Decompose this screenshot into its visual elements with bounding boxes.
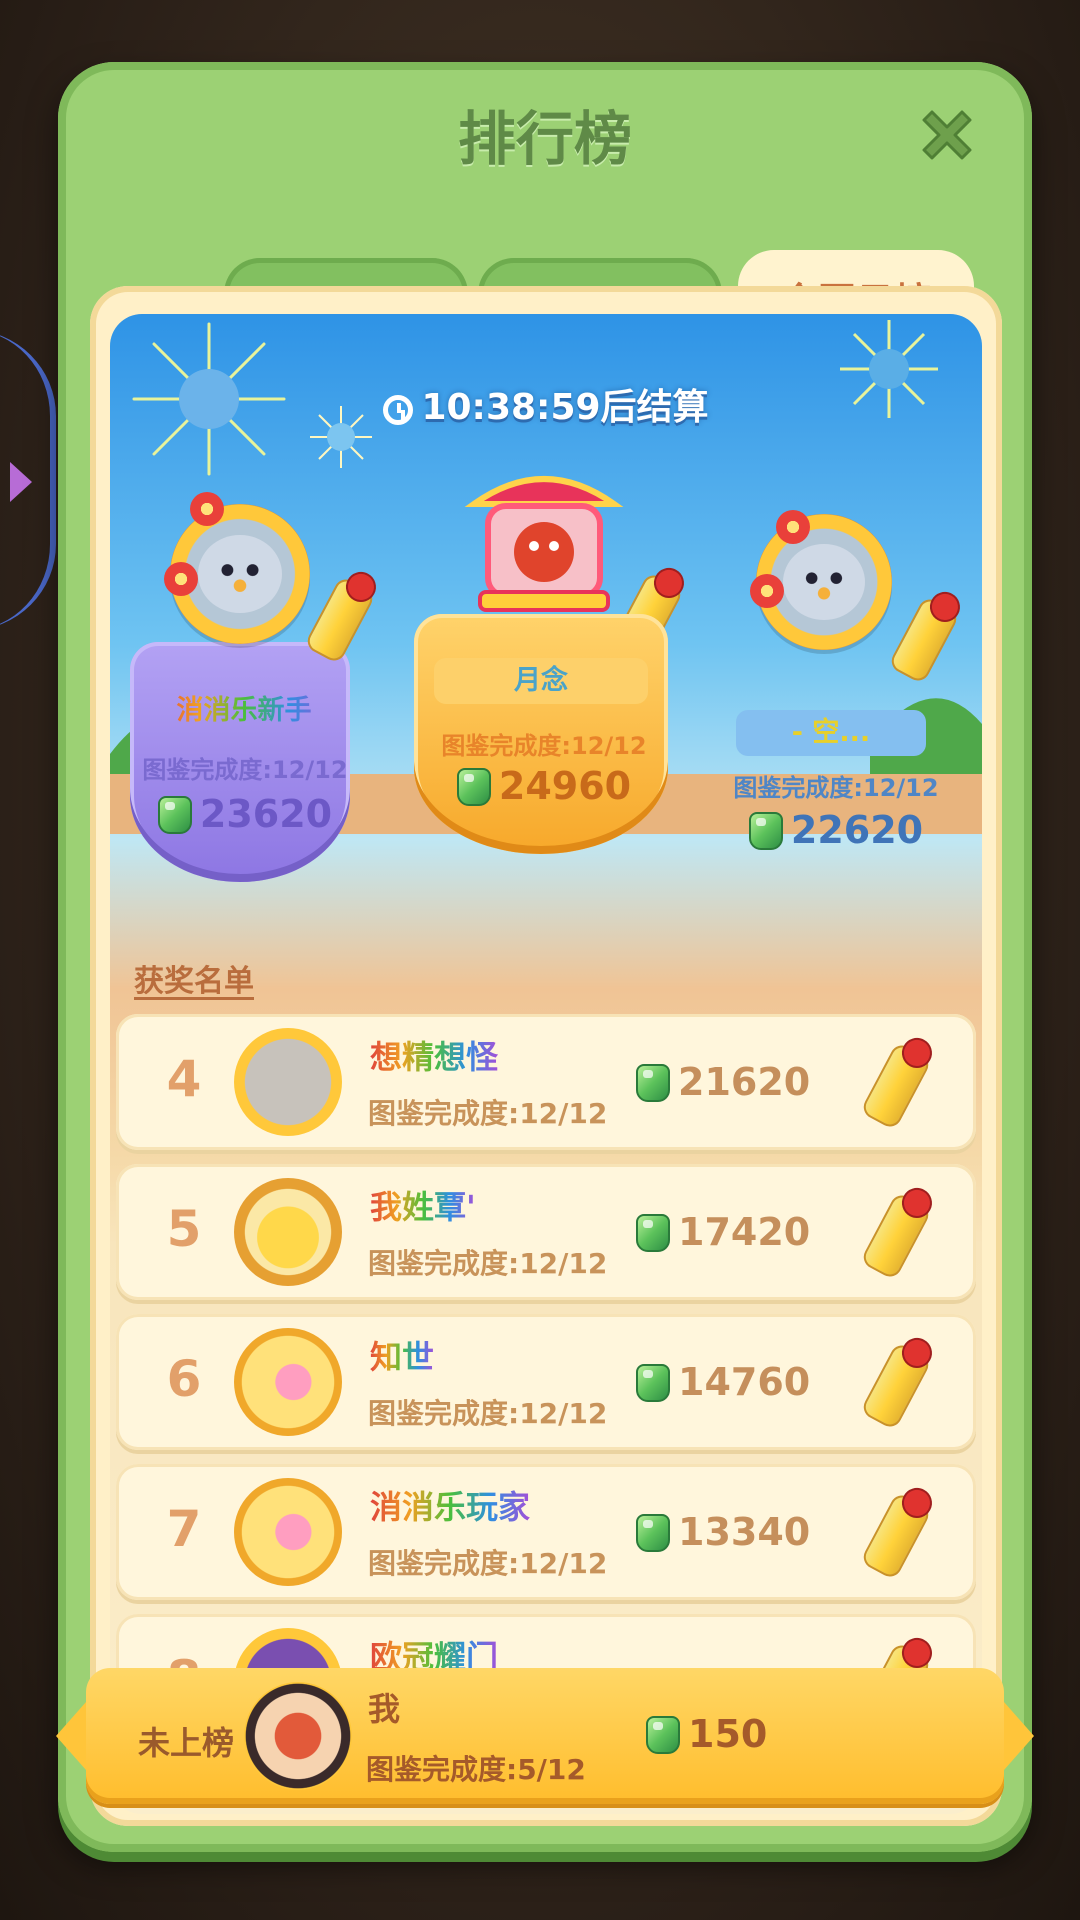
- close-icon: [922, 110, 972, 160]
- prize-scroll-icon: [859, 1191, 933, 1281]
- avatar: [244, 1682, 352, 1790]
- podium-name: - 空...: [736, 710, 926, 756]
- gem-icon: [636, 1514, 670, 1552]
- player-name: 消消乐玩家: [370, 1482, 530, 1528]
- podium-score: 22620: [716, 808, 956, 852]
- podium-info: 图鉴完成度:12/12: [733, 774, 939, 802]
- player-name: 我姓覃': [370, 1182, 476, 1228]
- avatar: [234, 1178, 342, 1286]
- prize-scroll-icon: [859, 1491, 933, 1581]
- collection-progress: 图鉴完成度:12/12: [368, 1247, 608, 1280]
- podium-rank-1[interactable]: 月念 图鉴完成度:12/12 24960: [414, 464, 685, 884]
- content-area: 10:38:59后结算 消消乐新手 图鉴完成度:12/12 23620 月念 图…: [90, 286, 1002, 1826]
- flower-icon: [164, 562, 198, 596]
- player-name: 知世: [370, 1332, 434, 1378]
- gem-icon: [646, 1716, 680, 1754]
- gem-icon: [748, 812, 783, 850]
- gem-icon: [636, 1364, 670, 1402]
- podium-name: 月念: [434, 658, 648, 704]
- my-collection-progress: 图鉴完成度:5/12: [366, 1753, 586, 1786]
- collection-progress: 图鉴完成度:12/12: [368, 1397, 608, 1430]
- podium-score: 23620: [130, 792, 360, 836]
- podium-info: 图鉴完成度:12/12: [142, 756, 348, 784]
- list-item[interactable]: 5 我姓覃' 图鉴完成度:12/12 17420: [116, 1164, 976, 1300]
- list-item[interactable]: 6 知世 图鉴完成度:12/12 14760: [116, 1314, 976, 1450]
- podium-score: 24960: [414, 764, 674, 808]
- avatar: [234, 1028, 342, 1136]
- gem-icon: [456, 768, 491, 806]
- collection-progress: 图鉴完成度:12/12: [368, 1547, 608, 1580]
- rank-number: 4: [166, 1050, 202, 1108]
- podium-rank-2[interactable]: 消消乐新手 图鉴完成度:12/12 23620: [130, 492, 377, 892]
- list-item[interactable]: 7 消消乐玩家 图鉴完成度:12/12 13340: [116, 1464, 976, 1600]
- avatar: [234, 1328, 342, 1436]
- prize-scroll-icon: [859, 1341, 933, 1431]
- timer-text: 10:38:59后结算: [421, 387, 709, 428]
- my-score: 150: [646, 1712, 767, 1756]
- gem-icon: [636, 1214, 670, 1252]
- podium-name: 消消乐新手: [154, 688, 334, 734]
- panel-title: 排行榜: [457, 105, 632, 173]
- my-name: 我: [368, 1690, 401, 1728]
- avatar: [234, 1478, 342, 1586]
- rank-number: 5: [166, 1200, 202, 1258]
- settlement-timer: 10:38:59后结算: [110, 378, 982, 430]
- prize-scroll-icon: [859, 1041, 933, 1131]
- prize-scroll-icon: [887, 595, 961, 685]
- rank-number: 7: [166, 1500, 202, 1558]
- carousel-avatar-frame-icon: [464, 464, 624, 624]
- player-score: 17420: [636, 1210, 810, 1254]
- clock-icon: [383, 395, 414, 425]
- collection-progress: 图鉴完成度:12/12: [368, 1097, 608, 1130]
- rank-number: 6: [166, 1350, 202, 1408]
- awards-list-link[interactable]: 获奖名单: [134, 956, 254, 1000]
- close-button[interactable]: [912, 100, 982, 170]
- flower-icon: [190, 492, 224, 526]
- podium-rank-3[interactable]: - 空... 图鉴完成度:12/12 22620: [716, 510, 961, 914]
- flower-icon: [750, 574, 784, 608]
- player-score: 13340: [636, 1510, 810, 1554]
- side-expand-arrow-icon[interactable]: [10, 462, 32, 502]
- podium-info: 图鉴完成度:12/12: [441, 732, 647, 760]
- flower-icon: [776, 510, 810, 544]
- player-name: 想精想怪: [370, 1032, 498, 1078]
- rank-scroll-area[interactable]: 10:38:59后结算 消消乐新手 图鉴完成度:12/12 23620 月念 图…: [110, 314, 982, 1814]
- my-rank-bar[interactable]: 未上榜 我 图鉴完成度:5/12 150: [56, 1668, 1034, 1804]
- gem-icon: [636, 1064, 670, 1102]
- player-score: 21620: [636, 1060, 810, 1104]
- gem-icon: [157, 796, 192, 834]
- list-item[interactable]: 4 想精想怪 图鉴完成度:12/12 21620: [116, 1014, 976, 1150]
- my-rank-status: 未上榜: [138, 1724, 235, 1762]
- player-score: 14760: [636, 1360, 810, 1404]
